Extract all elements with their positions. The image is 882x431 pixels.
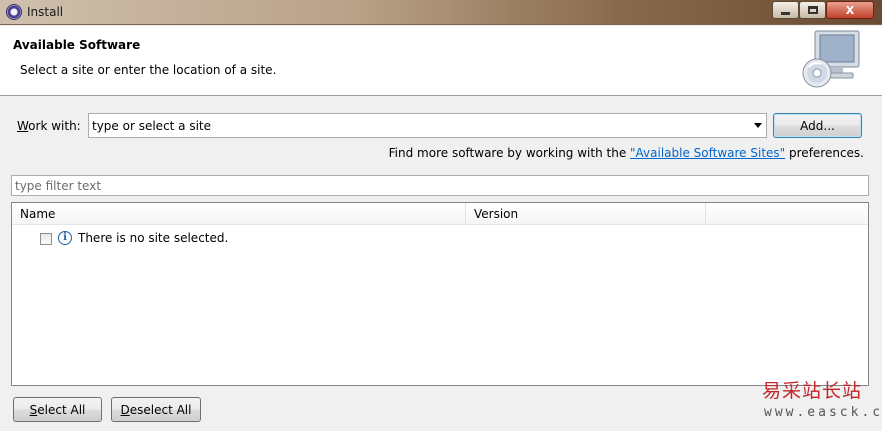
close-button[interactable]: X [826, 1, 874, 19]
tree-header: Name Version [12, 203, 868, 225]
find-more-prefix: Find more software by working with the [388, 146, 631, 160]
window-title: Install [27, 5, 64, 19]
header-banner: Available Software Select a site or ente… [0, 26, 882, 96]
select-all-label: elect All [37, 402, 86, 417]
tree-row[interactable]: i There is no site selected. [12, 227, 868, 249]
select-all-mnemonic: S [29, 402, 38, 417]
select-all-button[interactable]: Select All [13, 397, 102, 422]
find-more-text: Find more software by working with the "… [389, 146, 864, 160]
minimize-icon [781, 11, 790, 15]
deselect-all-button[interactable]: Deselect All [111, 397, 201, 422]
work-with-mnemonic: W [17, 119, 29, 133]
column-header-empty [706, 203, 868, 225]
dropdown-arrow-icon[interactable] [754, 123, 762, 128]
column-header-name[interactable]: Name [12, 203, 466, 225]
software-tree[interactable]: Name Version i There is no site selected… [11, 202, 869, 386]
maximize-icon [807, 6, 818, 14]
work-with-combo-value: type or select a site [92, 119, 212, 133]
watermark-logo: 易采站长站 [762, 380, 863, 402]
title-bar[interactable]: Install X [0, 0, 882, 25]
column-header-version[interactable]: Version [466, 203, 706, 225]
find-more-suffix: preferences. [785, 146, 864, 160]
page-description: Select a site or enter the location of a… [20, 63, 277, 77]
watermark-url: www.easck.com [764, 405, 882, 420]
row-text: There is no site selected. [78, 231, 229, 245]
add-site-button[interactable]: Add... [773, 113, 862, 138]
deselect-all-label: eselect All [129, 402, 192, 417]
filter-input[interactable] [11, 175, 869, 196]
eclipse-app-icon [6, 4, 22, 20]
maximize-button[interactable] [799, 1, 826, 19]
deselect-all-mnemonic: D [120, 402, 130, 417]
row-checkbox[interactable] [40, 233, 52, 245]
close-icon: X [845, 3, 855, 17]
work-with-label-text: ork with: [28, 119, 81, 133]
monitor-cd-icon [802, 30, 860, 88]
work-with-label: Work with: [17, 119, 81, 133]
info-icon: i [58, 231, 72, 245]
work-with-combo[interactable]: type or select a site [88, 113, 767, 138]
watermark: 易采站长站 www.easck.com [762, 376, 882, 431]
minimize-button[interactable] [772, 1, 799, 19]
available-software-sites-link[interactable]: "Available Software Sites" [630, 146, 785, 160]
page-title: Available Software [13, 38, 141, 52]
